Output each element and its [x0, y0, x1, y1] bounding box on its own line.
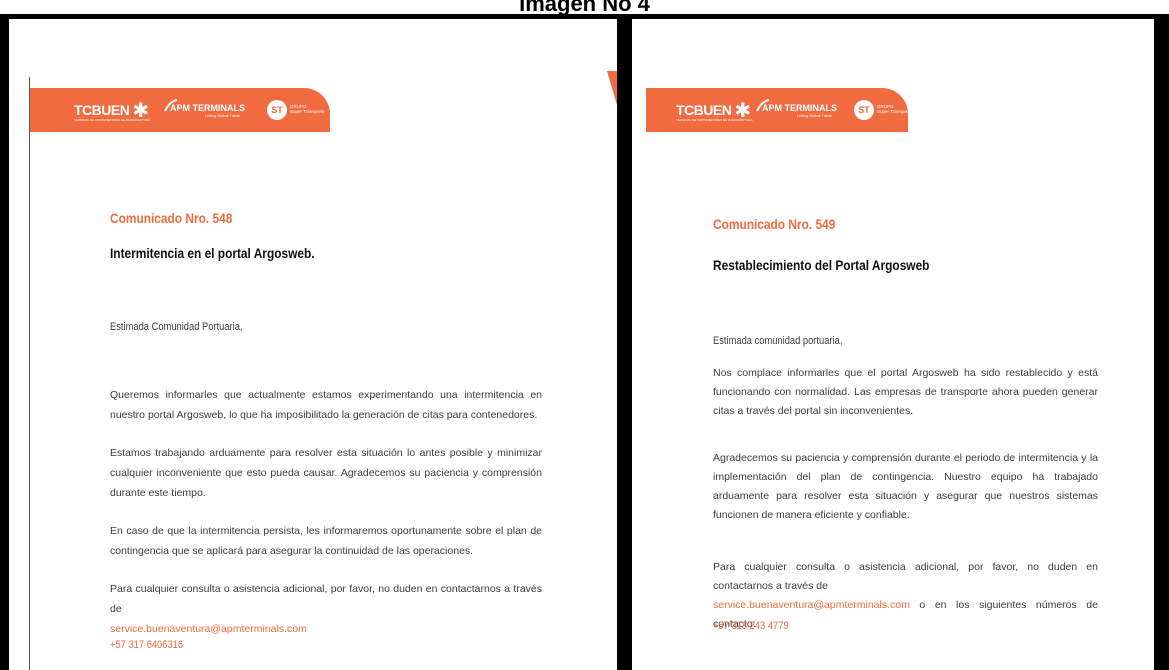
- contact-text: Para cualquier consulta o asistencia adi…: [713, 561, 1098, 592]
- st-caption: GRUPO Super Transporte: [877, 104, 912, 115]
- corner-accent: [607, 71, 617, 105]
- contact-text: Para cualquier consulta o asistencia adi…: [110, 583, 542, 615]
- communique-number: Comunicado Nro. 549: [713, 216, 836, 232]
- paragraph: Estamos trabajando arduamente para resol…: [110, 447, 542, 499]
- apm-wordmark: APM TERMINALS: [762, 102, 837, 113]
- st-badge: ST: [854, 100, 874, 120]
- communique-number: Comunicado Nro. 548: [110, 210, 233, 226]
- brand-header: TCBUEN ✱ TERMINAL DE CONTENEDORES DE BUE…: [30, 88, 330, 132]
- super-transporte-logo: ST GRUPO Super Transporte: [854, 88, 912, 132]
- tcbuen-wordmark: TCBUEN: [676, 102, 732, 118]
- communique-548-panel: TCBUEN ✱ TERMINAL DE CONTENEDORES DE BUE…: [9, 19, 617, 670]
- frame-title: Imagen No 4: [519, 0, 650, 14]
- greeting: Estimada comunidad portuaria,: [713, 335, 843, 347]
- tcbuen-logo: TCBUEN ✱ TERMINAL DE CONTENEDORES DE BUE…: [676, 88, 753, 132]
- apm-terminals-logo: APM TERMINALS Lifting Global Trade: [756, 88, 837, 132]
- margin-rule: [29, 77, 30, 670]
- contact-paragraph: Para cualquier consulta o asistencia adi…: [110, 579, 542, 639]
- apm-tagline: Lifting Global Trade: [797, 112, 832, 118]
- tcbuen-tagline: TERMINAL DE CONTENEDORES DE BUENAVENTURA: [74, 118, 151, 122]
- paragraph: En caso de que la intermitencia persista…: [110, 525, 542, 557]
- communique-subject: Intermitencia en el portal Argosweb.: [110, 245, 315, 261]
- email-link[interactable]: service.buenaventura@apmterminals.com: [713, 599, 910, 611]
- st-line2: Super Transporte: [290, 109, 325, 114]
- communique-subject: Restablecimiento del Portal Argosweb: [713, 257, 930, 273]
- st-line2: Super Transporte: [877, 109, 912, 114]
- tcbuen-tagline: TERMINAL DE CONTENEDORES DE BUENAVENTURA: [676, 118, 753, 122]
- apm-wordmark: APM TERMINALS: [170, 102, 245, 113]
- swoosh-icon: [164, 99, 178, 112]
- swoosh-icon: [756, 99, 770, 112]
- brand-header: TCBUEN ✱ TERMINAL DE CONTENEDORES DE BUE…: [646, 88, 912, 132]
- tcbuen-wordmark: TCBUEN: [74, 102, 130, 118]
- phone-number: +57 318 243 4779: [713, 620, 789, 632]
- communique-549-panel: TCBUEN ✱ TERMINAL DE CONTENEDORES DE BUE…: [632, 19, 1154, 670]
- paragraph: Queremos informarles que actualmente est…: [110, 389, 542, 421]
- frame-title-strip: Imagen No 4: [0, 0, 1169, 14]
- apm-tagline: Lifting Global Trade: [205, 112, 240, 118]
- star-icon: ✱: [132, 98, 150, 122]
- paragraph: Agradecemos su paciencia y comprensión d…: [713, 452, 1098, 521]
- st-caption: GRUPO Super Transporte: [290, 104, 325, 115]
- paragraph: Nos complace informarles que el portal A…: [713, 367, 1098, 417]
- phone-number: +57 317 6406316: [110, 639, 184, 651]
- tcbuen-logo: TCBUEN ✱ TERMINAL DE CONTENEDORES DE BUE…: [74, 88, 151, 132]
- email-link[interactable]: service.buenaventura@apmterminals.com: [110, 623, 307, 635]
- star-icon: ✱: [734, 98, 752, 122]
- st-badge: ST: [267, 100, 287, 120]
- apm-terminals-logo: APM TERMINALS Lifting Global Trade: [164, 88, 245, 132]
- super-transporte-logo: ST GRUPO Super Transporte: [267, 88, 325, 132]
- greeting: Estimada Comunidad Portuaria,: [110, 321, 243, 333]
